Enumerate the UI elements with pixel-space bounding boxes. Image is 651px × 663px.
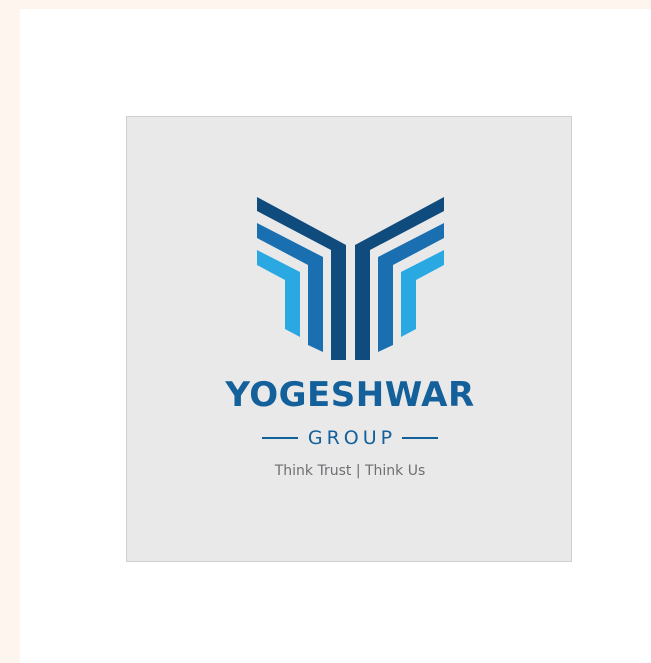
right-stripe-light <box>401 250 444 337</box>
brand-wordmark: YOGESHWAR <box>225 375 475 415</box>
group-label: GROUP <box>307 427 397 449</box>
logo-image: YOGESHWAR GROUP Think Trust | Think Us <box>126 116 572 562</box>
right-stripe-dark <box>355 197 444 360</box>
left-stripe-light <box>257 250 300 337</box>
yogeshwar-chevron-mark-icon <box>257 197 444 360</box>
page: YOGESHWAR GROUP Think Trust | Think Us <box>0 0 651 663</box>
brand-tagline: Think Trust | Think Us <box>274 463 426 479</box>
left-margin <box>0 0 20 663</box>
left-stripe-dark <box>257 197 346 360</box>
group-right-rule <box>402 437 439 439</box>
group-label-row: GROUP <box>127 426 573 450</box>
top-margin <box>0 0 651 9</box>
group-left-rule <box>261 437 298 439</box>
